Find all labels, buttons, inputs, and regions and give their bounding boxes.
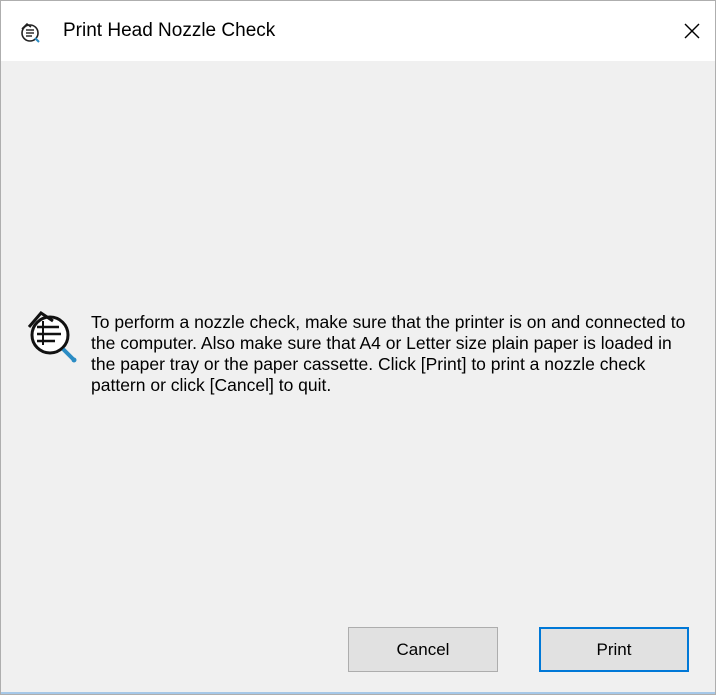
nozzle-check-icon xyxy=(23,307,79,363)
title-bar: Print Head Nozzle Check xyxy=(1,1,715,61)
window-bottom-edge xyxy=(1,692,715,694)
window-title: Print Head Nozzle Check xyxy=(63,20,276,41)
close-icon xyxy=(683,22,701,40)
cancel-button[interactable]: Cancel xyxy=(348,627,498,672)
print-button[interactable]: Print xyxy=(539,627,689,672)
close-button[interactable] xyxy=(669,1,715,61)
instruction-message: To perform a nozzle check, make sure tha… xyxy=(91,312,686,395)
nozzle-check-icon xyxy=(19,21,41,43)
dialog-window: Print Head Nozzle Check To perform a noz… xyxy=(0,0,716,695)
